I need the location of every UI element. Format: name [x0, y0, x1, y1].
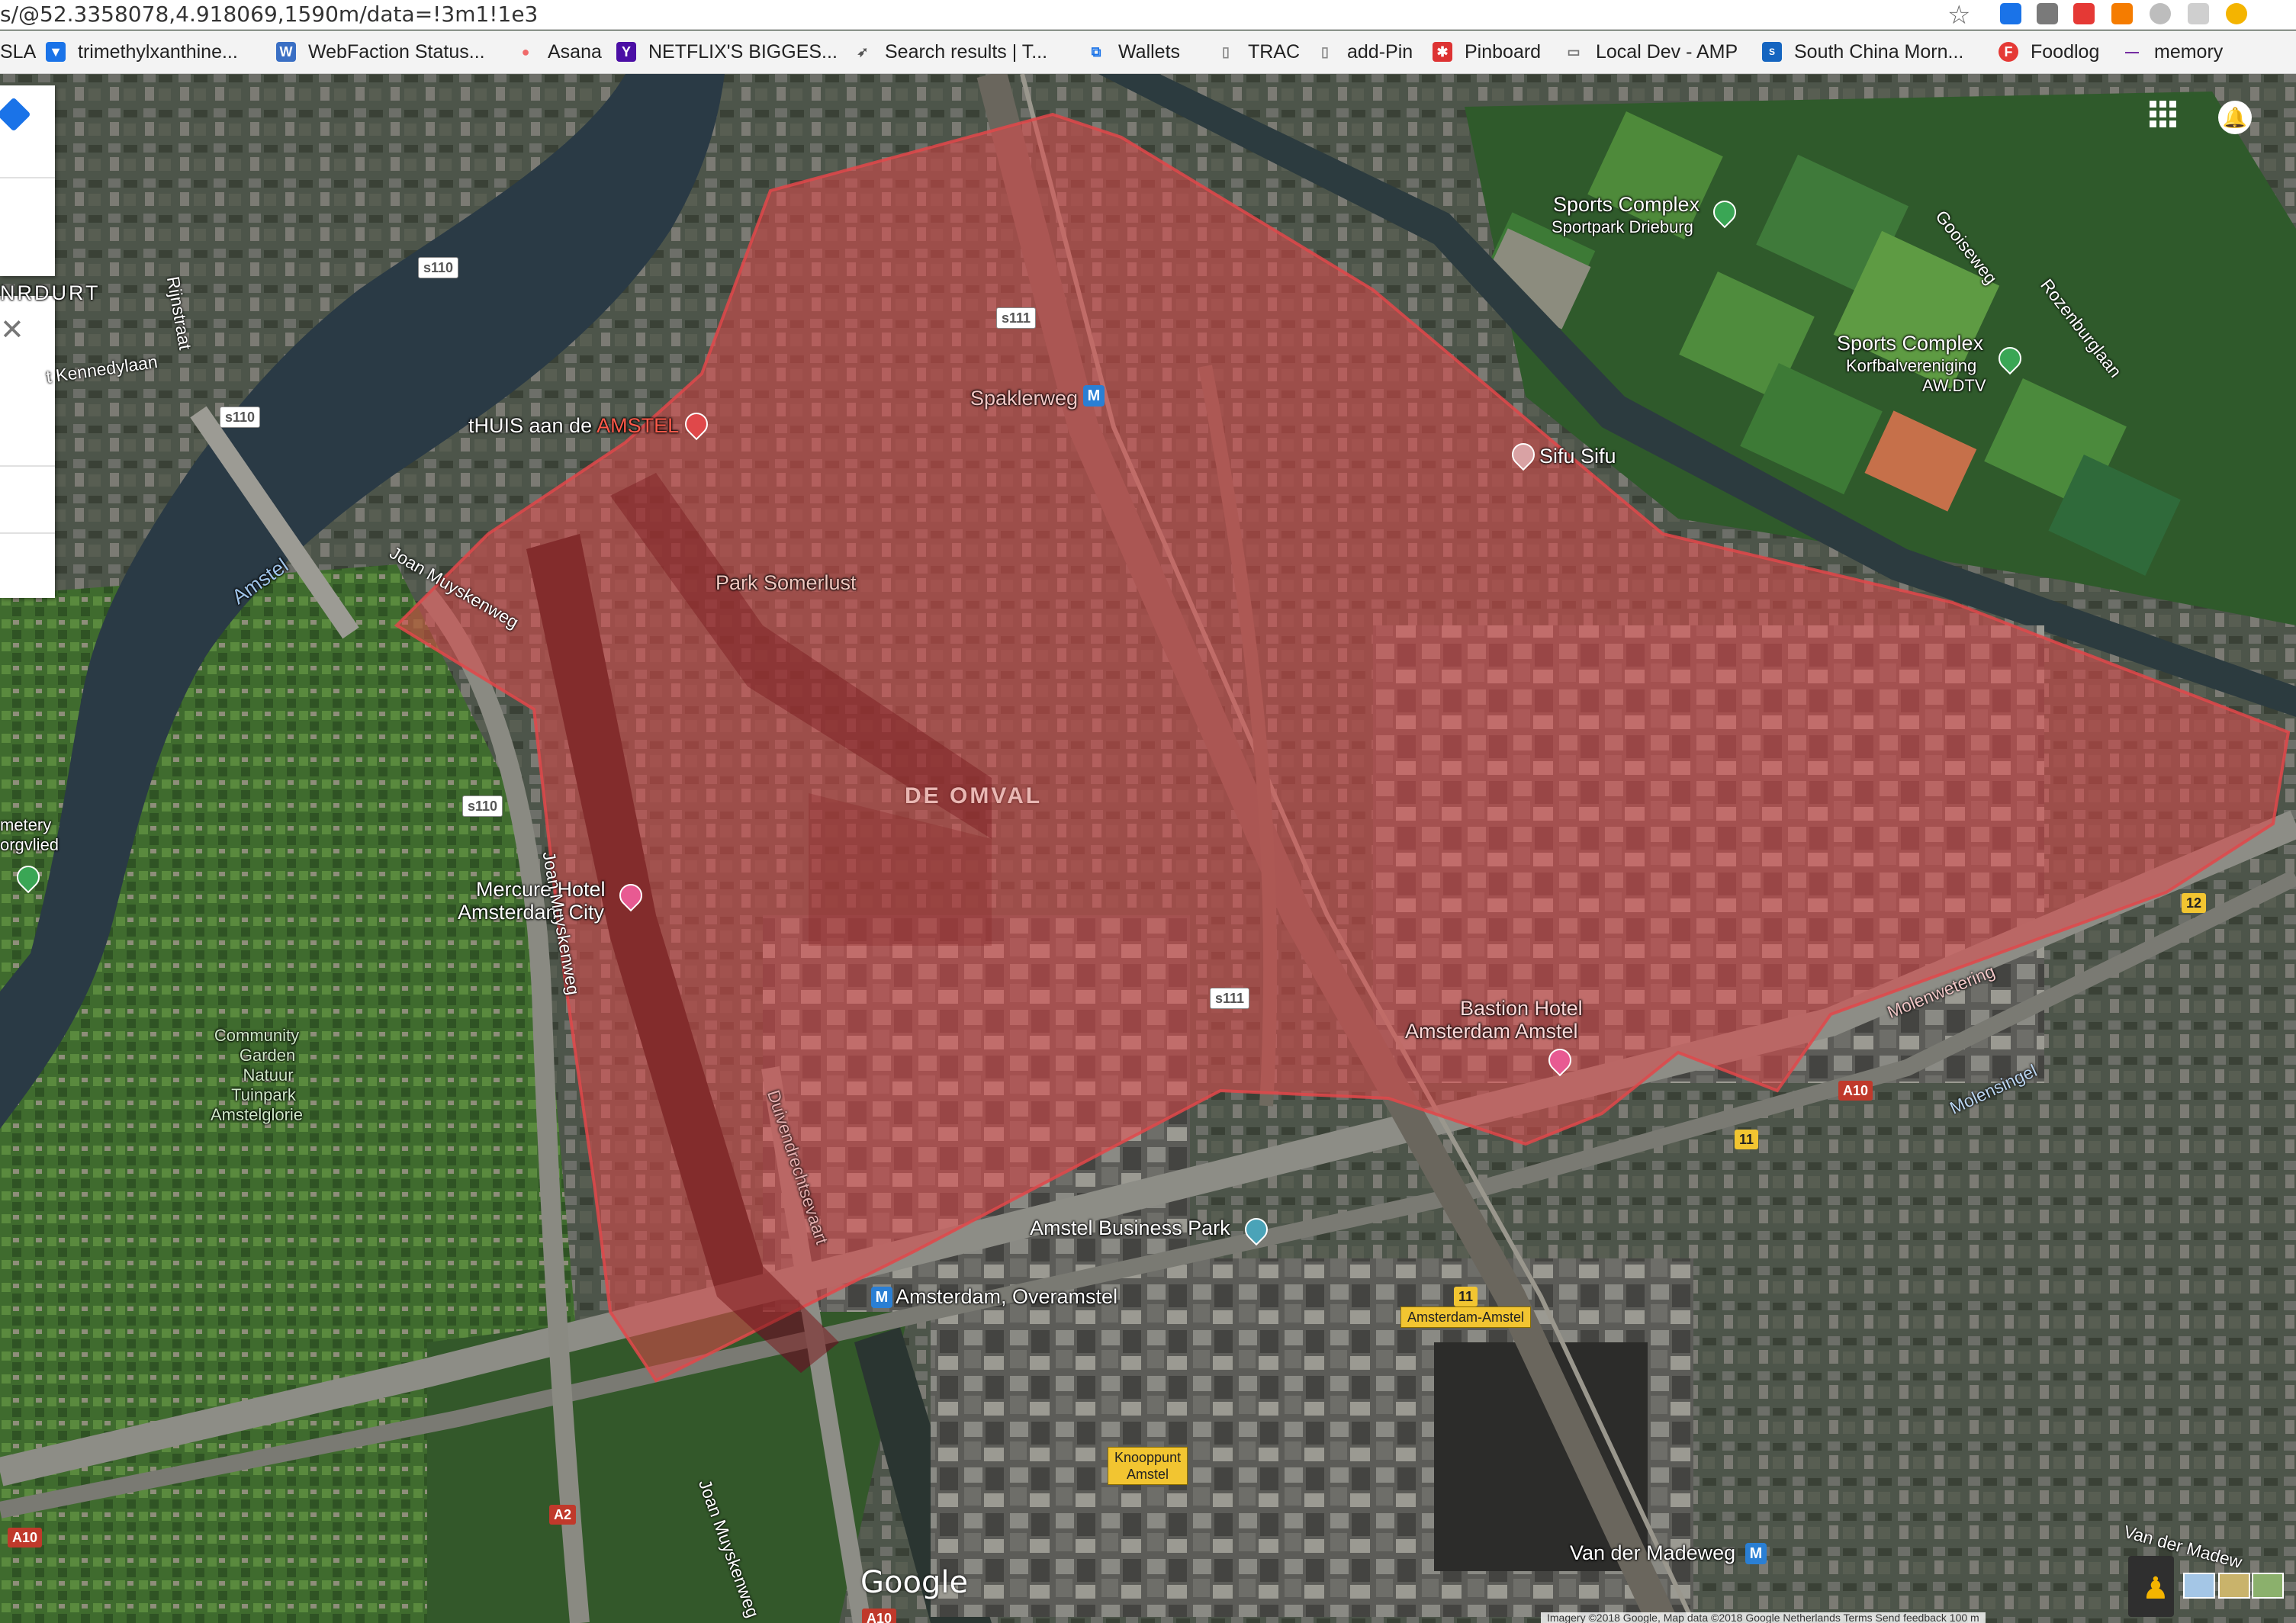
bookmark-favicon-icon: ▯ — [1321, 44, 1329, 59]
bookmark-item[interactable]: ⧉ Wallets — [1086, 38, 1180, 66]
extension-icon[interactable] — [2188, 3, 2209, 24]
road-shield-a10: A10 — [8, 1528, 43, 1547]
bookmark-star-icon[interactable]: ☆ — [1947, 0, 1970, 31]
bookmark-item[interactable]: F Foodlog — [1999, 38, 2099, 66]
bookmark-item[interactable]: S South China Morn... — [1762, 38, 1963, 66]
place-label-bastion-1[interactable]: Bastion Hotel — [1460, 997, 1583, 1020]
place-label-sports-complex-2[interactable]: Sports Complex — [1837, 332, 1983, 355]
extension-icon[interactable] — [2111, 3, 2133, 24]
metro-station-icon[interactable]: M — [1083, 385, 1105, 407]
bookmark-favicon-icon: ▼ — [46, 42, 66, 62]
bookmark-favicon-icon: Y — [616, 42, 636, 62]
close-icon[interactable]: ✕ — [0, 313, 24, 347]
place-label-community-garden: Community Garden Natuur Tuinpark Amstelg… — [211, 1026, 304, 1124]
bookmark-item[interactable]: W WebFaction Status... — [276, 38, 485, 66]
metro-station-icon[interactable]: M — [1745, 1543, 1767, 1564]
place-label-amstel-business-park[interactable]: Amstel Business Park — [1030, 1216, 1230, 1240]
bookmark-favicon-icon: ● — [521, 44, 530, 59]
road-shield-11: 11 — [1735, 1130, 1759, 1149]
layer-thumbnail-icon[interactable] — [2218, 1573, 2250, 1599]
directions-icon[interactable] — [0, 97, 31, 132]
bookmark-item[interactable]: ● Asana — [516, 38, 602, 66]
bookmark-favicon-icon: — — [2125, 44, 2139, 59]
road-shield-11: 11 — [1454, 1287, 1478, 1306]
area-label-de-omval: DE OMVAL — [905, 783, 1043, 808]
layer-thumbnail-icon[interactable] — [2183, 1573, 2215, 1599]
place-label-sports-complex-1[interactable]: Sports Complex — [1553, 193, 1699, 217]
station-sign-amsterdam-amstel: Amsterdam-Amstel — [1400, 1306, 1532, 1328]
bookmark-item[interactable]: ▭ Local Dev - AMP — [1564, 38, 1738, 66]
place-label-overamstel[interactable]: Amsterdam, Overamstel — [896, 1285, 1117, 1309]
bookmark-item[interactable]: ▯ add-Pin — [1315, 38, 1413, 66]
road-shield-a10: A10 — [1838, 1081, 1873, 1101]
bookmark-item[interactable]: ➶ Search results | T... — [853, 38, 1047, 66]
bookmark-favicon-icon: ▯ — [1222, 44, 1230, 59]
extension-icon[interactable] — [2150, 3, 2171, 24]
road-shield-s110: s110 — [220, 407, 261, 428]
bookmark-favicon-icon: W — [276, 42, 296, 62]
notifications-bell-icon[interactable]: 🔔 — [2218, 101, 2252, 134]
url-bar[interactable]: s/@52.3358078,4.918069,1590m/data=!3m1!1… — [0, 0, 2296, 30]
google-logo: Google — [860, 1565, 969, 1600]
place-label-thuis[interactable]: tHUIS aan de AMSTEL — [468, 414, 679, 438]
pegman-icon[interactable]: ♟ — [2142, 1571, 2169, 1606]
extension-icon[interactable] — [2226, 3, 2247, 24]
panel-divider — [0, 532, 55, 534]
directions-panel[interactable] — [0, 85, 55, 276]
bookmark-item[interactable]: — memory — [2122, 38, 2223, 66]
map-attribution[interactable]: Imagery ©2018 Google, Map data ©2018 Goo… — [1541, 1612, 1986, 1623]
road-shield-s111: s111 — [996, 307, 1037, 329]
place-label-spaklerweg[interactable]: Spaklerweg — [970, 387, 1078, 410]
road-shield-a2: A2 — [549, 1505, 577, 1525]
bookmark-item[interactable]: ✱ Pinboard — [1433, 38, 1541, 66]
satellite-map[interactable]: ✕ 🔔 tHUIS aan de AMSTEL Spaklerweg M Sif… — [0, 74, 2296, 1623]
panel-divider — [0, 177, 55, 178]
bookmark-item[interactable]: SLA — [0, 38, 36, 66]
street-view-control[interactable]: ♟ — [2128, 1556, 2174, 1617]
extension-icon[interactable] — [2073, 3, 2095, 24]
road-shield-a10: A10 — [862, 1609, 897, 1623]
bookmark-favicon-icon: ⧉ — [1091, 44, 1101, 59]
layer-thumbnail-icon[interactable] — [2252, 1573, 2284, 1599]
place-label-van-der-madeweg[interactable]: Van der Madeweg — [1570, 1541, 1735, 1565]
bookmark-item[interactable]: ▯ TRAC — [1216, 38, 1300, 66]
place-label-park-somerlust[interactable]: Park Somerlust — [715, 571, 857, 595]
place-label-mercure-1[interactable]: Mercure Hotel — [476, 878, 606, 901]
bookmark-favicon-icon: S — [1762, 42, 1782, 62]
bookmark-favicon-icon: ✱ — [1433, 42, 1452, 62]
place-label-korfbalvereniging[interactable]: Korfbalvereniging — [1846, 356, 1976, 376]
extension-icon[interactable] — [2037, 3, 2058, 24]
area-label-nrdurt: NRDURT — [0, 281, 101, 304]
road-shield-s111: s111 — [1210, 988, 1250, 1009]
place-label-awdtv[interactable]: AW.DTV — [1922, 376, 1986, 396]
road-shield-12: 12 — [2182, 893, 2207, 913]
bookmark-item[interactable]: ▼ trimethylxanthine... — [46, 38, 238, 66]
bookmark-item[interactable]: Y NETFLIX'S BIGGES... — [616, 38, 838, 66]
url-text[interactable]: s/@52.3358078,4.918069,1590m/data=!3m1!1… — [0, 2, 538, 27]
bookmark-favicon-icon: ▭ — [1567, 44, 1581, 59]
place-label-cemetery[interactable]: metery orgvlied — [0, 815, 59, 855]
metro-station-icon[interactable]: M — [871, 1287, 892, 1308]
apps-grid-icon[interactable] — [2150, 101, 2180, 131]
bookmark-favicon-icon: F — [1999, 42, 2018, 62]
panel-divider — [0, 465, 55, 467]
place-label-sifu-sifu[interactable]: Sifu Sifu — [1539, 445, 1616, 468]
road-shield-s110: s110 — [418, 257, 459, 278]
place-label-sportpark-drieburg[interactable]: Sportpark Drieburg — [1552, 217, 1693, 237]
map-imagery — [0, 74, 2296, 1623]
bookmark-favicon-icon: ➶ — [857, 44, 869, 59]
junction-sign-knooppunt-amstel: Knooppunt Amstel — [1108, 1447, 1188, 1485]
extension-icon[interactable] — [2000, 3, 2021, 24]
place-label-mercure-2[interactable]: Amsterdam City — [458, 901, 604, 924]
place-label-bastion-2[interactable]: Amsterdam Amstel — [1405, 1020, 1578, 1043]
place-panel[interactable]: ✕ — [0, 296, 55, 598]
bookmarks-bar: SLA ▼ trimethylxanthine... W WebFaction St… — [0, 31, 2296, 74]
road-shield-s110: s110 — [462, 795, 503, 817]
